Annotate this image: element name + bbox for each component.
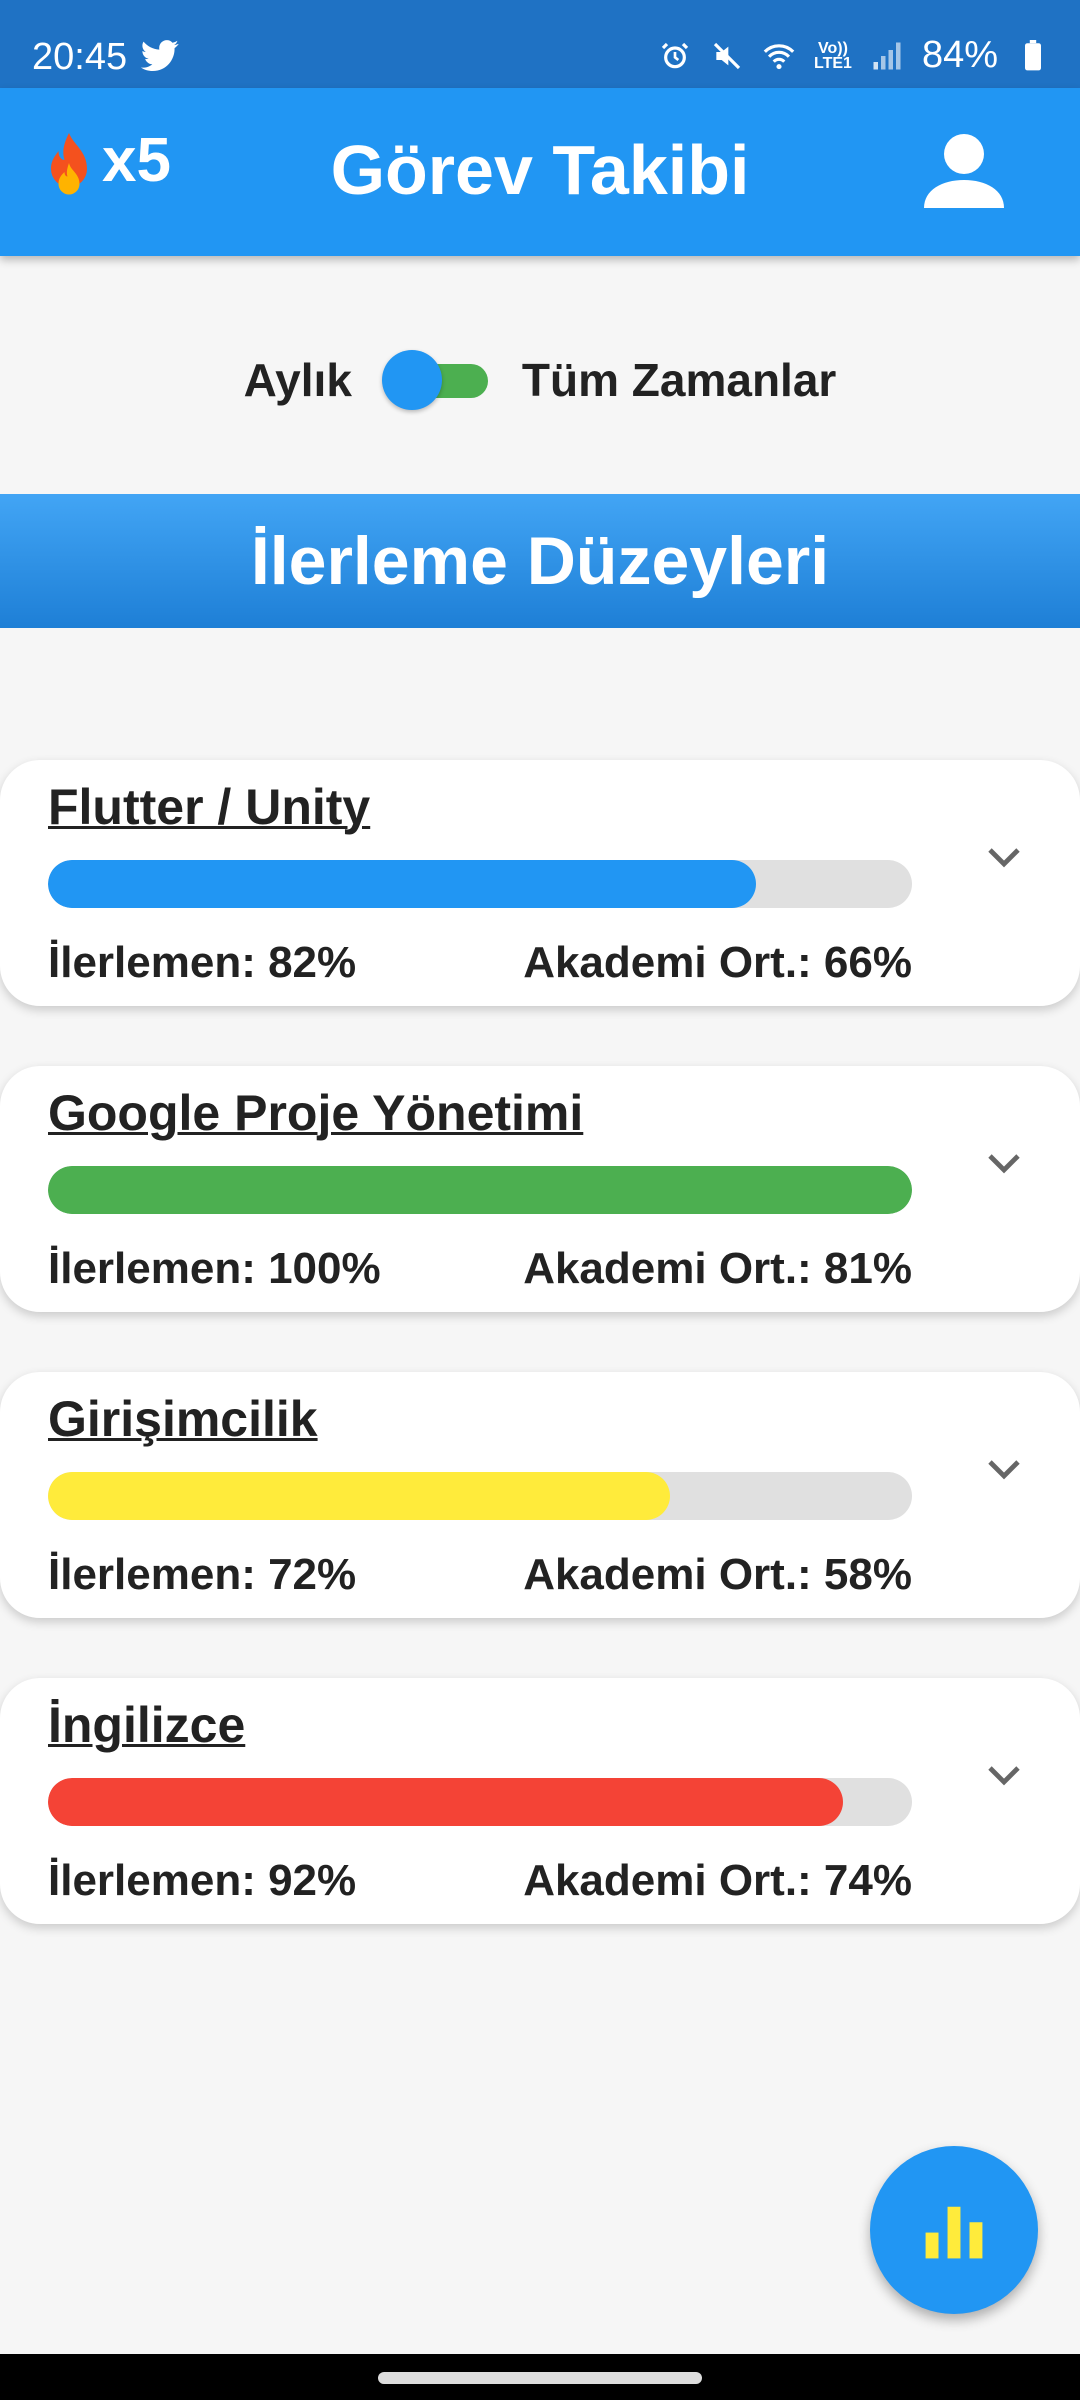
mute-icon	[710, 39, 744, 73]
home-gesture-handle[interactable]	[378, 2372, 702, 2384]
course-card[interactable]: İngilizce İlerlemen: 92% Akademi Ort.: 7…	[0, 1678, 1080, 1924]
progress-fill	[48, 1778, 843, 1826]
wifi-icon	[762, 39, 796, 73]
course-list: Flutter / Unity İlerlemen: 82% Akademi O…	[0, 760, 1080, 1984]
toggle-label-all-time: Tüm Zamanlar	[521, 354, 837, 406]
battery-icon	[1016, 39, 1050, 73]
course-title: Girişimcilik	[48, 1391, 318, 1447]
progress-bar	[48, 860, 912, 908]
chevron-down-icon[interactable]	[980, 832, 1028, 880]
academy-average-text: Akademi Ort.: 66%	[523, 938, 912, 987]
section-title: İlerleme Düzeyleri	[250, 523, 830, 599]
battery-percentage: 84%	[921, 34, 998, 76]
academy-average-text: Akademi Ort.: 81%	[523, 1244, 912, 1293]
progress-fill	[48, 860, 757, 908]
app-title: Görev Takibi	[330, 131, 750, 209]
academy-average-text: Akademi Ort.: 74%	[523, 1856, 912, 1905]
user-progress-text: İlerlemen: 82%	[48, 938, 357, 987]
course-title: İngilizce	[48, 1697, 246, 1753]
person-icon[interactable]	[924, 132, 1004, 208]
progress-fill	[48, 1166, 912, 1214]
chevron-down-icon[interactable]	[980, 1138, 1028, 1186]
user-progress-text: İlerlemen: 100%	[48, 1244, 381, 1293]
course-card[interactable]: Google Proje Yönetimi İlerlemen: 100% Ak…	[0, 1066, 1080, 1312]
period-switch[interactable]	[381, 350, 492, 410]
progress-bar	[48, 1778, 912, 1826]
chevron-down-icon[interactable]	[980, 1444, 1028, 1492]
user-progress-text: İlerlemen: 92%	[48, 1856, 357, 1905]
signal-icon	[870, 39, 904, 73]
progress-bar	[48, 1472, 912, 1520]
twitter-icon	[140, 40, 179, 72]
switch-thumb	[381, 350, 442, 410]
academy-average-text: Akademi Ort.: 58%	[523, 1550, 912, 1599]
course-title: Flutter / Unity	[48, 779, 371, 835]
status-time: 20:45	[32, 36, 128, 78]
app-bar: x5 Görev Takibi	[0, 88, 1080, 256]
chevron-down-icon[interactable]	[980, 1750, 1028, 1798]
progress-bar	[48, 1166, 912, 1214]
toggle-label-monthly: Aylık	[243, 354, 352, 406]
period-toggle-row: Aylık Tüm Zamanlar	[0, 340, 1080, 420]
system-nav-bar	[0, 2354, 1080, 2400]
course-card[interactable]: Flutter / Unity İlerlemen: 82% Akademi O…	[0, 760, 1080, 1006]
stats-fab-button[interactable]	[870, 2146, 1038, 2314]
volte-icon: Vo)) LTE1	[814, 39, 852, 72]
user-progress-text: İlerlemen: 72%	[48, 1550, 357, 1599]
progress-fill	[48, 1472, 671, 1520]
course-card[interactable]: Girişimcilik İlerlemen: 72% Akademi Ort.…	[0, 1372, 1080, 1618]
bar-chart-icon	[925, 2206, 983, 2259]
status-bar: 20:45 Vo)) LTE1 84%	[0, 0, 1080, 88]
alarm-icon	[658, 39, 692, 73]
section-header: İlerleme Düzeyleri	[0, 494, 1080, 628]
course-title: Google Proje Yönetimi	[48, 1085, 584, 1141]
